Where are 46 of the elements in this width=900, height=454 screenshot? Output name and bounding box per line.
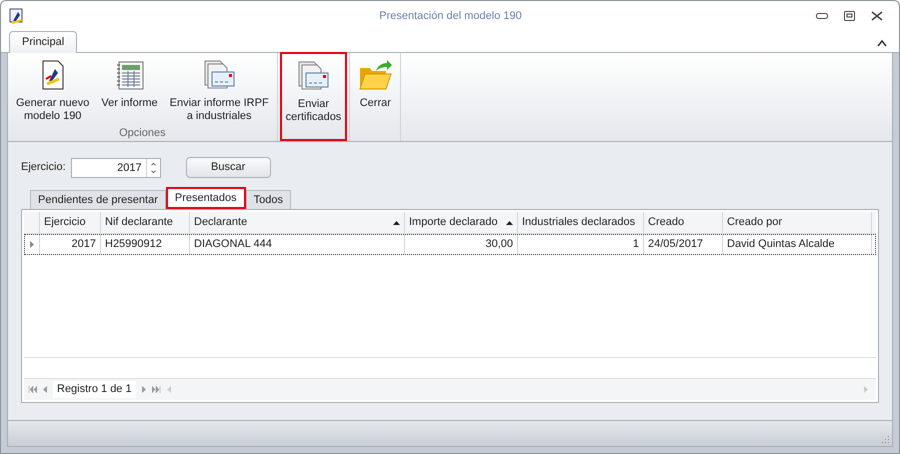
envelope-stack-icon <box>202 59 236 91</box>
collapse-ribbon-icon[interactable] <box>877 39 887 47</box>
column-header[interactable]: Declarante <box>190 212 405 233</box>
column-header[interactable]: Creado por <box>723 212 872 233</box>
grid-row[interactable]: 2017 H25990912 DIAGONAL 444 30,00 1 24/05/2017 David Quintas Alcalde <box>24 234 876 255</box>
folder-arrow-icon <box>358 59 392 91</box>
tab[interactable]: Presentados <box>166 187 246 209</box>
minimize-icon[interactable] <box>816 13 828 19</box>
table-cell: DIAGONAL 444 <box>190 235 405 254</box>
column-header[interactable]: Creado <box>644 212 723 233</box>
table-cell: David Quintas Alcalde <box>723 235 872 254</box>
column-header[interactable]: Nif declarante <box>101 212 190 233</box>
ribbon-tab[interactable]: Principal <box>9 31 78 53</box>
year-spin-field[interactable]: 2017 <box>70 158 161 178</box>
scroll-right-icon[interactable] <box>864 386 868 393</box>
column-header[interactable]: Ejercicio <box>40 212 101 233</box>
first-record-icon[interactable] <box>28 386 37 393</box>
column-header[interactable]: Importe declarado <box>405 212 518 233</box>
search-button[interactable]: Buscar <box>186 157 271 178</box>
field-label: Ejercicio: <box>21 160 66 176</box>
table-cell: 24/05/2017 <box>644 235 723 254</box>
tab[interactable]: Pendientes de presentar <box>30 190 166 209</box>
ribbon-button[interactable]: Enviar certificados <box>280 52 348 141</box>
group-label: Opciones <box>118 126 167 141</box>
column-header[interactable]: Industriales declarados <box>518 212 644 233</box>
previous-record-icon[interactable] <box>43 386 47 393</box>
record-counter: Registro 1 de 1 <box>53 381 136 398</box>
resize-grip-icon[interactable] <box>880 434 890 444</box>
table-cell: H25990912 <box>101 235 190 254</box>
next-record-icon[interactable] <box>142 386 146 393</box>
ribbon-button[interactable]: Ver informe <box>95 57 164 112</box>
app-logo-icon <box>9 8 25 24</box>
envelope-stack-icon <box>296 60 330 92</box>
last-record-icon[interactable] <box>152 386 161 393</box>
table-cell: 30,00 <box>405 235 518 254</box>
ribbon-button[interactable]: Enviar informe IRPF a industriales <box>164 57 275 125</box>
close-icon[interactable] <box>871 11 883 21</box>
table-cell: 1 <box>518 235 644 254</box>
table-cell: 2017 <box>40 235 101 254</box>
tab[interactable]: Todos <box>246 190 291 209</box>
maximize-icon[interactable] <box>844 11 855 21</box>
ribbon-button[interactable]: Generar nuevo modelo 190 <box>10 57 96 125</box>
row-indicator-icon <box>30 241 34 248</box>
scroll-left-icon[interactable] <box>166 386 171 393</box>
window-title: Presentación del modelo 190 <box>379 8 522 24</box>
ribbon-button[interactable]: Cerrar <box>352 57 398 112</box>
